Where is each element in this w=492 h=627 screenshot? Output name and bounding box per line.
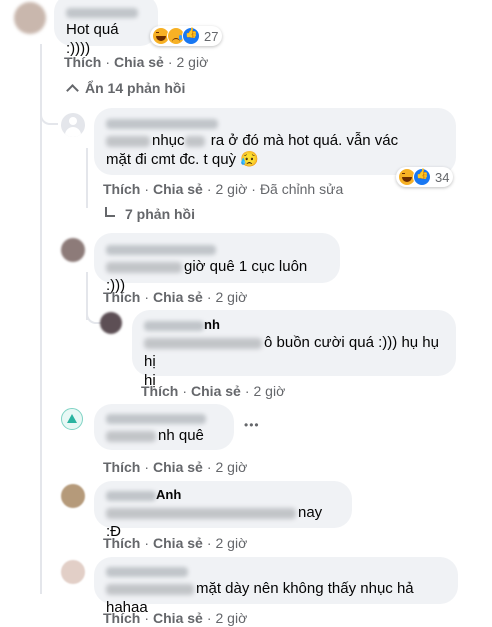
view-replies-label: 7 phản hồi [125, 206, 195, 222]
avatar[interactable] [61, 238, 85, 262]
timestamp[interactable]: 2 giờ [216, 181, 248, 197]
commenter-name[interactable] [106, 563, 446, 579]
like-icon [413, 168, 431, 186]
like-button[interactable]: Thích [103, 181, 140, 197]
timestamp[interactable]: 2 giờ [216, 535, 248, 551]
hide-replies-label: Ẩn 14 phản hồi [85, 80, 186, 96]
comment-text: nhục ra ở đó mà hot quá. vẫn vác [106, 131, 444, 150]
commenter-name[interactable] [106, 241, 328, 257]
like-button[interactable]: Thích [103, 535, 140, 551]
share-button[interactable]: Chia sẻ [114, 54, 164, 70]
comment-bubble: giờ quê 1 cục luôn :))) [94, 233, 340, 294]
comment-bubble: nh ô buồn cười quá :))) hụ hụ hị hị [132, 310, 456, 389]
comment-text: ô buồn cười quá :))) hụ hụ hị [144, 333, 444, 371]
reaction-summary[interactable]: 34 [396, 167, 454, 187]
chevron-up-icon [66, 84, 79, 97]
comment-bubble: nhục ra ở đó mà hot quá. vẫn vác mặt đi … [94, 108, 456, 175]
comment-text-part: nh quê [158, 427, 204, 444]
timestamp[interactable]: 2 giờ [254, 383, 286, 399]
reaction-summary[interactable]: 27 [150, 26, 223, 46]
thread-line [86, 148, 88, 208]
timestamp[interactable]: 2 giờ [216, 289, 248, 305]
comment-text-part: nhục [152, 132, 185, 149]
share-button[interactable]: Chia sẻ [153, 459, 203, 475]
like-icon [182, 27, 200, 45]
comment-bubble: Hot quá :)))) [54, 0, 158, 57]
avatar[interactable] [61, 560, 85, 584]
commenter-name[interactable]: Anh [106, 487, 340, 503]
share-button[interactable]: Chia sẻ [153, 289, 203, 305]
commenter-name[interactable] [106, 115, 444, 131]
hide-replies-button[interactable]: Ẩn 14 phản hồi [66, 79, 185, 97]
comment-actions: Thích · Chia sẻ · 2 giờ [103, 459, 248, 475]
comment-bubble: mặt dày nên không thấy nhục hả hahaa [94, 557, 458, 616]
thread-line [40, 44, 42, 594]
comment-bubble: Anh nay :Đ [94, 481, 352, 540]
commenter-name[interactable] [106, 410, 222, 426]
like-button[interactable]: Thích [103, 289, 140, 305]
like-button[interactable]: Thích [141, 383, 178, 399]
comment-text: nh quê [106, 426, 222, 445]
like-button[interactable]: Thích [103, 459, 140, 475]
commenter-name-tail: Anh [156, 487, 182, 502]
triangle-logo-icon [67, 414, 77, 423]
comment-actions: Thích · Chia sẻ · 2 giờ [103, 535, 248, 551]
share-button[interactable]: Chia sẻ [191, 383, 241, 399]
comment-bubble: nh quê [94, 404, 234, 450]
avatar[interactable] [100, 312, 122, 334]
avatar[interactable] [61, 408, 83, 430]
reaction-count: 34 [435, 169, 450, 185]
share-button[interactable]: Chia sẻ [153, 181, 203, 197]
more-options-button[interactable]: ••• [244, 418, 260, 432]
share-button[interactable]: Chia sẻ [153, 610, 203, 626]
reaction-count: 27 [204, 28, 219, 44]
view-replies-button[interactable]: 7 phản hồi [105, 205, 195, 223]
commenter-name[interactable]: nh [144, 317, 444, 333]
comment-actions: Thích · Chia sẻ · 2 giờ [103, 610, 248, 626]
like-button[interactable]: Thích [103, 610, 140, 626]
timestamp[interactable]: 2 giờ [216, 610, 248, 626]
comment-text-part: ra ở đó mà hot quá. vẫn vác [210, 132, 399, 149]
reply-arrow-icon [105, 207, 115, 217]
comment-actions: Thích · Chia sẻ · 2 giờ [64, 54, 209, 70]
timestamp[interactable]: 2 giờ [177, 54, 209, 70]
like-button[interactable]: Thích [64, 54, 101, 70]
comment-actions: Thích · Chia sẻ · 2 giờ [103, 289, 248, 305]
share-button[interactable]: Chia sẻ [153, 535, 203, 551]
comment-actions: Thích · Chia sẻ · 2 giờ · Đã chỉnh sửa [103, 181, 344, 197]
avatar[interactable] [61, 484, 85, 508]
commenter-name-tail: nh [204, 317, 220, 332]
avatar[interactable] [14, 2, 46, 34]
edited-label[interactable]: Đã chỉnh sửa [260, 181, 343, 197]
timestamp[interactable]: 2 giờ [216, 459, 248, 475]
commenter-name[interactable] [66, 4, 146, 20]
comment-text-line: mặt đi cmt đc. t quỳ 😥 [106, 151, 259, 168]
thread-curve [40, 103, 58, 125]
default-avatar-icon[interactable] [61, 113, 85, 137]
comment-actions: Thích · Chia sẻ · 2 giờ [141, 383, 286, 399]
